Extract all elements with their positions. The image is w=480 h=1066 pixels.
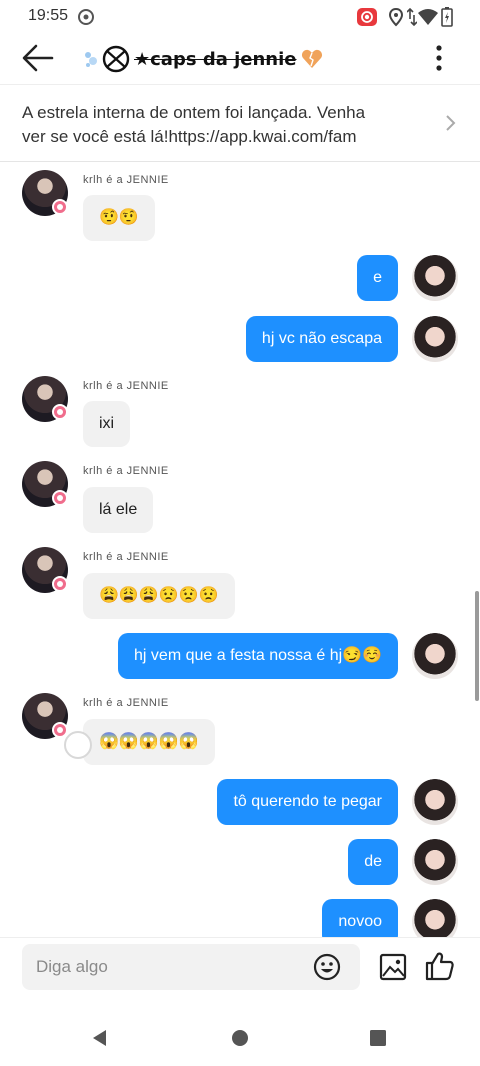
emoji-icon[interactable] [312,952,342,982]
my-avatar[interactable] [412,255,458,301]
bubbles-icon [85,52,97,67]
battery-charging-icon [441,7,453,27]
message-bubble-out[interactable]: hj vc não escapa [245,316,398,362]
sender-name: krlh é a JENNIE [83,380,169,392]
like-icon[interactable] [424,950,456,982]
message-bubble-out[interactable]: tô querendo te pegar [217,779,398,825]
wifi-icon [418,9,438,25]
image-icon[interactable] [378,952,408,982]
screen-record-icon [357,8,377,26]
message-bubble-out[interactable]: e [357,255,398,301]
chat-title: ★caps da jennie [134,48,297,70]
nav-back-icon[interactable] [90,1028,110,1048]
avatar-badge-icon [52,199,68,215]
my-avatar[interactable] [412,839,458,885]
data-transfer-icon [407,7,417,27]
avatar-badge-icon [52,404,68,420]
banner-text: A estrela interna de ontem foi lançada. … [22,101,422,149]
sender-name: krlh é a JENNIE [83,697,169,709]
chat-header: ★caps da jennie [0,34,480,82]
my-avatar[interactable] [412,316,458,362]
message-bubble-out[interactable]: de [348,839,398,885]
message-bubble-in[interactable]: ixi [83,401,131,447]
chat-scrollbar[interactable] [475,591,479,701]
chevron-right-icon [446,115,456,131]
announcement-banner[interactable]: A estrela interna de ontem foi lançada. … [0,84,480,162]
settings-notification-icon [78,9,94,25]
message-input[interactable] [36,944,306,990]
broken-heart-icon [301,49,322,68]
message-bubble-in[interactable]: 🤨🤨 [83,195,155,241]
message-list[interactable]: krlh é a JENNIE 🤨🤨 e hj vc não escapa kr… [0,163,480,937]
system-nav-bar [0,1000,480,1066]
sending-spinner-icon [64,731,92,759]
sender-name: krlh é a JENNIE [83,174,169,186]
message-input-wrapper [22,944,360,990]
my-avatar[interactable] [412,779,458,825]
nav-recents-icon[interactable] [368,1028,388,1048]
nav-home-icon[interactable] [230,1028,250,1048]
message-bubble-in[interactable]: 😱😱😱😱😱 [83,719,215,765]
status-bar: 19:55 [0,0,480,34]
back-arrow-icon[interactable] [18,40,58,76]
banner-line-1: A estrela interna de ontem foi lançada. … [22,103,366,122]
avatar-badge-icon [52,576,68,592]
sender-name: krlh é a JENNIE [83,551,169,563]
message-bubble-out[interactable]: novoo [322,899,398,937]
location-icon [388,7,404,27]
status-time: 19:55 [28,7,69,24]
avatar-badge-icon [52,490,68,506]
overflow-menu-icon[interactable] [424,40,454,76]
sender-name: krlh é a JENNIE [83,465,169,477]
banner-line-2: ver se você está lá!https://app.kwai.com… [22,127,357,146]
composer-bar [0,937,480,997]
steering-wheel-icon [102,45,130,73]
message-bubble-in[interactable]: lá ele [83,487,154,533]
my-avatar[interactable] [412,633,458,679]
chat-title-group: ★caps da jennie [84,44,323,74]
avatar-badge-icon [52,722,68,738]
message-bubble-in[interactable]: 😩😩😩😟😟😟 [83,573,235,619]
my-avatar[interactable] [412,899,458,937]
message-bubble-out[interactable]: hj vem que a festa nossa é hj😏☺️ [118,633,398,679]
